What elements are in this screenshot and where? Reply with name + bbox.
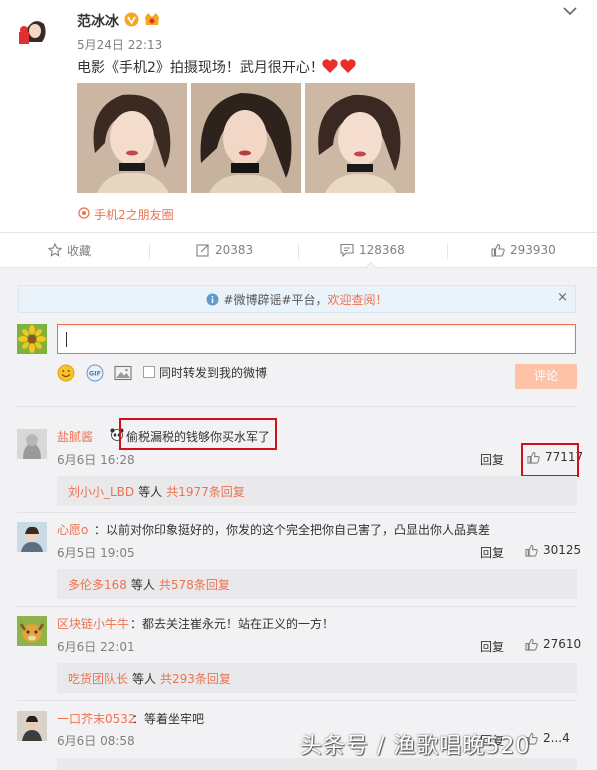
sub-reply-mid: 等人 xyxy=(138,484,163,499)
reply-button[interactable]: 回复 xyxy=(480,638,504,655)
sub-reply-count[interactable]: 共1977条回复 xyxy=(166,483,245,500)
action-bar: 收藏 20383 128368 293930 xyxy=(0,232,597,268)
repost-button[interactable]: 20383 xyxy=(196,233,253,267)
close-icon[interactable]: × xyxy=(557,291,569,305)
reply-button[interactable]: 回复 xyxy=(480,544,504,561)
location-link[interactable]: 手机2之朋友圈 xyxy=(94,206,174,223)
svg-text:GIF: GIF xyxy=(89,370,101,378)
comment-like-count: 30125 xyxy=(543,543,582,557)
commenter-avatar[interactable] xyxy=(17,522,47,552)
comment-like-count: 2...4 xyxy=(543,731,570,745)
commenter-avatar[interactable] xyxy=(17,429,47,459)
v-badge-icon xyxy=(124,12,139,27)
comment-username[interactable]: 心愿o xyxy=(57,521,88,538)
comment-count: 128368 xyxy=(359,243,405,257)
comment-like-button[interactable]: 27610 xyxy=(525,637,581,651)
member-crown-icon xyxy=(145,13,159,25)
rumor-notice: #微博辟谣#平台， 欢迎查阅！ xyxy=(18,285,576,313)
sub-reply-user[interactable]: 多伦多168 xyxy=(68,576,127,593)
comment-time: 6月5日 19:05 xyxy=(57,546,135,560)
comment-like-button[interactable]: 30125 xyxy=(525,543,581,557)
highlight-box xyxy=(521,443,579,477)
info-icon xyxy=(206,293,219,305)
comment-time: 6月6日 16:28 xyxy=(57,453,135,467)
gif-icon[interactable]: GIF xyxy=(86,364,104,382)
also-repost-label: 同时转发到我的微博 xyxy=(159,366,268,380)
sub-reply-summary[interactable]: 多伦多168 等人 共578条回复 xyxy=(57,569,577,599)
comment-icon xyxy=(340,243,354,257)
comment-time: 6月6日 08:58 xyxy=(57,734,135,748)
author-name[interactable]: 范冰冰 xyxy=(77,11,119,31)
post-photo-2[interactable] xyxy=(191,83,301,193)
reply-button[interactable]: 回复 xyxy=(480,451,504,468)
comment-text: ：等着坐牢吧 xyxy=(132,712,205,726)
thumb-up-icon xyxy=(525,638,538,651)
notice-text: #微博辟谣#平台， xyxy=(223,292,328,307)
divider xyxy=(447,243,448,259)
sub-reply-mid: 等人 xyxy=(130,577,155,592)
divider xyxy=(149,243,150,259)
like-button[interactable]: 293930 xyxy=(491,233,556,267)
divider xyxy=(17,406,577,407)
author-avatar[interactable] xyxy=(14,10,54,50)
comment-time: 6月6日 22:01 xyxy=(57,640,135,654)
post-photo-1[interactable] xyxy=(77,83,187,193)
sub-reply-user[interactable]: 吃货团队长 xyxy=(68,670,128,687)
watermark: 头条号 / 渔歌唱晚520 xyxy=(300,734,531,759)
sub-reply-mid: 等人 xyxy=(132,671,157,686)
comment-input[interactable] xyxy=(57,324,576,354)
smile-icon[interactable] xyxy=(57,364,75,382)
divider xyxy=(17,512,577,513)
location-icon xyxy=(78,207,90,219)
commenter-avatar[interactable] xyxy=(17,616,47,646)
sub-reply-count[interactable]: 共293条回复 xyxy=(160,670,231,687)
divider xyxy=(17,700,577,701)
comment-like-button[interactable]: 2...4 xyxy=(525,731,570,745)
heart-emoji-icon xyxy=(322,59,356,73)
repost-count: 20383 xyxy=(215,243,254,257)
comment-username[interactable]: 区块链小牛牛 xyxy=(57,615,129,632)
sub-reply-summary[interactable]: 吃货团队长 等人 共293条回复 xyxy=(57,663,577,693)
thumb-up-icon xyxy=(525,544,538,557)
like-count: 293930 xyxy=(510,243,556,257)
comment-text: ：都去关注崔永元！站在正义的一方！ xyxy=(130,617,335,631)
repost-icon xyxy=(196,244,209,257)
chevron-down-icon[interactable] xyxy=(563,6,577,16)
comment-username[interactable]: 一口芥末0532 xyxy=(57,710,136,727)
submit-comment-button[interactable]: 评论 xyxy=(515,364,577,389)
comment-username[interactable]: 盐腻酱 xyxy=(57,428,93,445)
sub-reply-user[interactable]: 刘小小_LBD xyxy=(68,483,134,500)
sub-reply-count[interactable]: 共578条回复 xyxy=(159,576,230,593)
comment-text: ：以前对你印象挺好的，你发的这个完全把你自己害了，凸显出你人品真差 xyxy=(94,523,491,537)
my-avatar xyxy=(17,324,47,354)
sub-reply-summary[interactable]: 刘小小_LBD 等人 共1977条回复 xyxy=(57,476,577,506)
divider xyxy=(298,243,299,259)
favorite-label: 收藏 xyxy=(67,243,92,258)
post-time[interactable]: 5月24日 22:13 xyxy=(77,36,162,53)
also-repost-checkbox[interactable] xyxy=(143,366,155,378)
post-text: 电影《手机2》拍摄现场！武月很开心！ xyxy=(77,60,324,76)
star-icon xyxy=(48,243,62,257)
commenter-avatar[interactable] xyxy=(17,711,47,741)
image-icon[interactable] xyxy=(114,364,132,382)
divider xyxy=(17,606,577,607)
favorite-button[interactable]: 收藏 xyxy=(48,233,91,267)
tab-pointer-icon xyxy=(365,262,377,269)
thumb-up-icon xyxy=(491,243,505,257)
notice-link[interactable]: 欢迎查阅！ xyxy=(328,291,388,308)
post-photo-3[interactable] xyxy=(305,83,415,193)
text-caret xyxy=(66,332,67,347)
highlight-box xyxy=(119,418,277,450)
comment-like-count: 27610 xyxy=(543,637,582,651)
post-header: 范冰冰 5月24日 22:13 xyxy=(0,0,597,60)
